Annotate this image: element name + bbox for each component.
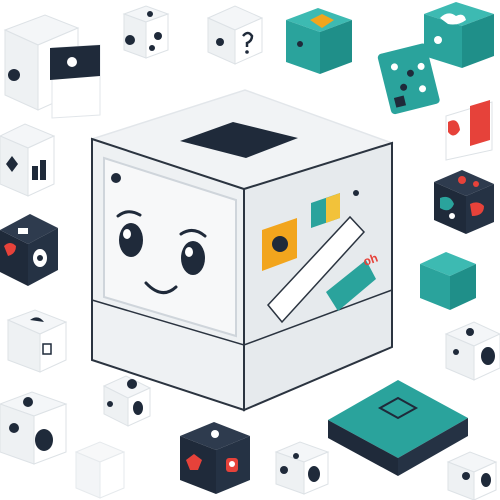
cube-white-question xyxy=(206,5,264,65)
cube-white-bottom-left-2 xyxy=(102,375,152,427)
cube-white-bottom-left xyxy=(0,391,68,465)
cube-navy-right xyxy=(434,170,494,234)
main-box: oh xyxy=(89,89,395,412)
illustration-scene: oh xyxy=(0,2,500,500)
cube-white-bottom-right xyxy=(446,451,498,500)
cube-white-faint-bottom xyxy=(74,441,126,499)
cube-teal-top-right xyxy=(424,2,494,68)
cube-white-left-small xyxy=(6,309,68,373)
box-camera-dot xyxy=(111,173,121,183)
cube-teal-top xyxy=(286,8,352,74)
card-navy-top-left xyxy=(50,44,101,119)
cube-white-right xyxy=(444,321,500,381)
platform-teal-bottom-right xyxy=(328,380,468,476)
cube-navy-left xyxy=(0,214,58,286)
cube-white-bottom-center xyxy=(274,441,330,495)
cube-teal-right xyxy=(420,252,476,310)
cube-navy-bottom xyxy=(180,422,250,494)
cube-white-left xyxy=(0,123,56,197)
cube-white-small-top xyxy=(122,5,170,59)
card-red-corner xyxy=(445,100,493,161)
